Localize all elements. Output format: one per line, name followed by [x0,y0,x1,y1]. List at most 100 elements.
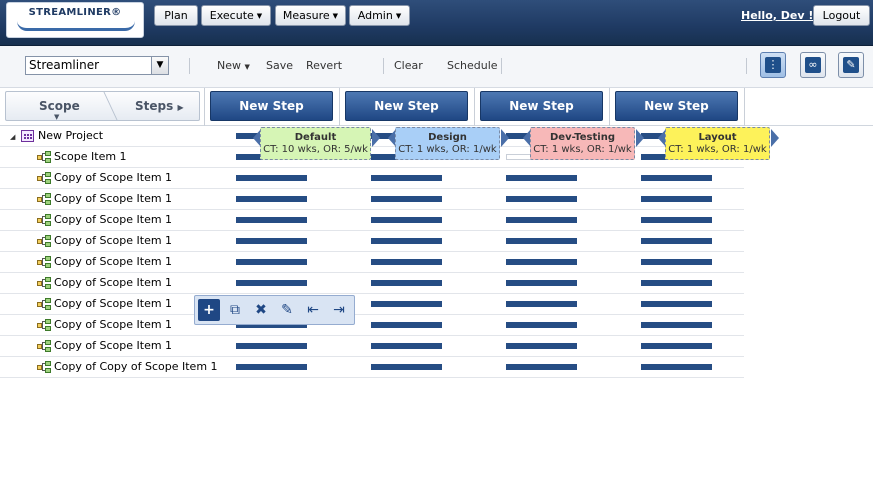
add-child-icon[interactable]: + [198,299,220,321]
logout-button[interactable]: Logout [813,5,870,26]
revert-button[interactable]: Revert [306,59,342,72]
step-tag-design[interactable]: Design CT: 1 wks, OR: 1/wk [395,127,500,160]
step-bar[interactable] [641,301,712,307]
tab-scope[interactable]: Scope [39,99,80,113]
scope-item-label[interactable]: Copy of Copy of Scope Item 1 [54,360,218,373]
step-bar[interactable] [371,364,442,370]
step-bar[interactable] [371,217,442,223]
step-bar[interactable] [506,343,577,349]
scope-item-label[interactable]: Copy of Scope Item 1 [54,234,172,247]
copy-icon[interactable]: ⧉ [224,299,246,321]
step-bar[interactable] [641,280,712,286]
project-name[interactable]: New Project [38,129,103,142]
new-step-button[interactable]: New Step [615,91,738,121]
scope-item-label[interactable]: Copy of Scope Item 1 [54,255,172,268]
scope-item-row[interactable]: Copy of Scope Item 1 [0,252,744,273]
step-bar[interactable] [506,238,577,244]
step-arrow-right-icon [636,129,644,147]
edit-view-button[interactable]: ✎ [838,52,864,78]
new-step-button[interactable]: New Step [480,91,603,121]
collapse-triangle-icon[interactable]: ◢ [10,133,15,141]
scope-item-label[interactable]: Scope Item 1 [54,150,127,163]
step-bar[interactable] [371,301,442,307]
step-tag-dev-testing[interactable]: Dev-Testing CT: 1 wks, OR: 1/wk [530,127,635,160]
scope-item-label[interactable]: Copy of Scope Item 1 [54,297,172,310]
process-map-view-button[interactable]: ⋮ [760,52,786,78]
step-bar[interactable] [506,217,577,223]
step-bar[interactable] [236,196,307,202]
step-bar[interactable] [506,364,577,370]
scope-item-row[interactable]: Copy of Scope Item 1 [0,189,744,210]
step-bar[interactable] [506,322,577,328]
step-bar[interactable] [641,238,712,244]
scope-item-row[interactable]: Copy of Copy of Scope Item 1 [0,357,744,378]
chevron-down-icon: ▼ [54,113,60,121]
step-bar[interactable] [641,259,712,265]
step-bar[interactable] [506,301,577,307]
step-tag-default[interactable]: Default CT: 10 wks, OR: 5/wk [260,127,371,160]
nav-execute-button[interactable]: Execute ▼ [201,5,271,26]
scope-item-label[interactable]: Copy of Scope Item 1 [54,276,172,289]
toolbar-divider [383,58,384,74]
new-step-button[interactable]: New Step [210,91,333,121]
nav-measure-button[interactable]: Measure ▼ [275,5,346,26]
step-bar[interactable] [236,238,307,244]
project-selector[interactable]: Streamliner ▼ [25,56,169,75]
streamliner-logo[interactable]: STREAMLINER® [6,2,144,38]
nav-admin-button[interactable]: Admin ▼ [349,5,410,26]
save-button[interactable]: Save [266,59,293,72]
scope-item-row[interactable]: Copy of Scope Item 1 [0,168,744,189]
scope-item-label[interactable]: Copy of Scope Item 1 [54,318,172,331]
step-bar[interactable] [236,259,307,265]
step-bar[interactable] [371,259,442,265]
step-bar[interactable] [641,217,712,223]
step-bar[interactable] [506,259,577,265]
scope-item-label[interactable]: Copy of Scope Item 1 [54,339,172,352]
scope-item-row[interactable]: Copy of Scope Item 1 [0,273,744,294]
scope-item-label[interactable]: Copy of Scope Item 1 [54,213,172,226]
step-bar[interactable] [641,364,712,370]
step-bar[interactable] [641,343,712,349]
step-bar[interactable] [506,196,577,202]
edit-icon[interactable]: ✎ [276,299,298,321]
scope-item-row[interactable]: Copy of Scope Item 1 [0,336,744,357]
step-bar[interactable] [236,280,307,286]
scope-steps-toggle[interactable]: Scope ▼ Steps ▶ [5,91,200,121]
scope-item-row[interactable]: Copy of Scope Item 1 [0,294,744,315]
step-bar[interactable] [641,196,712,202]
step-bar[interactable] [506,175,577,181]
chevron-down-icon[interactable]: ▼ [151,57,168,74]
step-bar[interactable] [236,343,307,349]
step-bar[interactable] [236,175,307,181]
step-bar[interactable] [641,175,712,181]
scope-item-row[interactable]: Copy of Scope Item 1 [0,231,744,252]
tab-steps[interactable]: Steps ▶ [135,99,184,113]
step-bar[interactable] [641,322,712,328]
link-view-button[interactable]: ∞ [800,52,826,78]
new-step-button[interactable]: New Step [345,91,468,121]
scope-item-label[interactable]: Copy of Scope Item 1 [54,171,172,184]
clear-button[interactable]: Clear [394,59,423,72]
step-bar[interactable] [236,364,307,370]
step-bar[interactable] [371,238,442,244]
new-label: New [217,59,241,72]
step-bar[interactable] [371,280,442,286]
user-greeting-link[interactable]: Hello, Dev ! [741,9,813,22]
indent-icon[interactable]: ⇥ [328,299,350,321]
step-bar[interactable] [371,175,442,181]
delete-icon[interactable]: ✖ [250,299,272,321]
schedule-button[interactable]: Schedule [447,59,498,72]
new-menu-button[interactable]: New ▼ [217,59,250,72]
step-bar[interactable] [371,322,442,328]
step-bar[interactable] [506,280,577,286]
step-tag-layout[interactable]: Layout CT: 1 wks, OR: 1/wk [665,127,770,160]
nav-plan-button[interactable]: Plan [154,5,198,26]
toolbar-divider [189,58,190,74]
outdent-icon[interactable]: ⇤ [302,299,324,321]
step-bar[interactable] [371,343,442,349]
step-bar[interactable] [236,217,307,223]
scope-item-row[interactable]: Copy of Scope Item 1 [0,315,744,336]
step-bar[interactable] [371,196,442,202]
scope-item-row[interactable]: Copy of Scope Item 1 [0,210,744,231]
scope-item-label[interactable]: Copy of Scope Item 1 [54,192,172,205]
